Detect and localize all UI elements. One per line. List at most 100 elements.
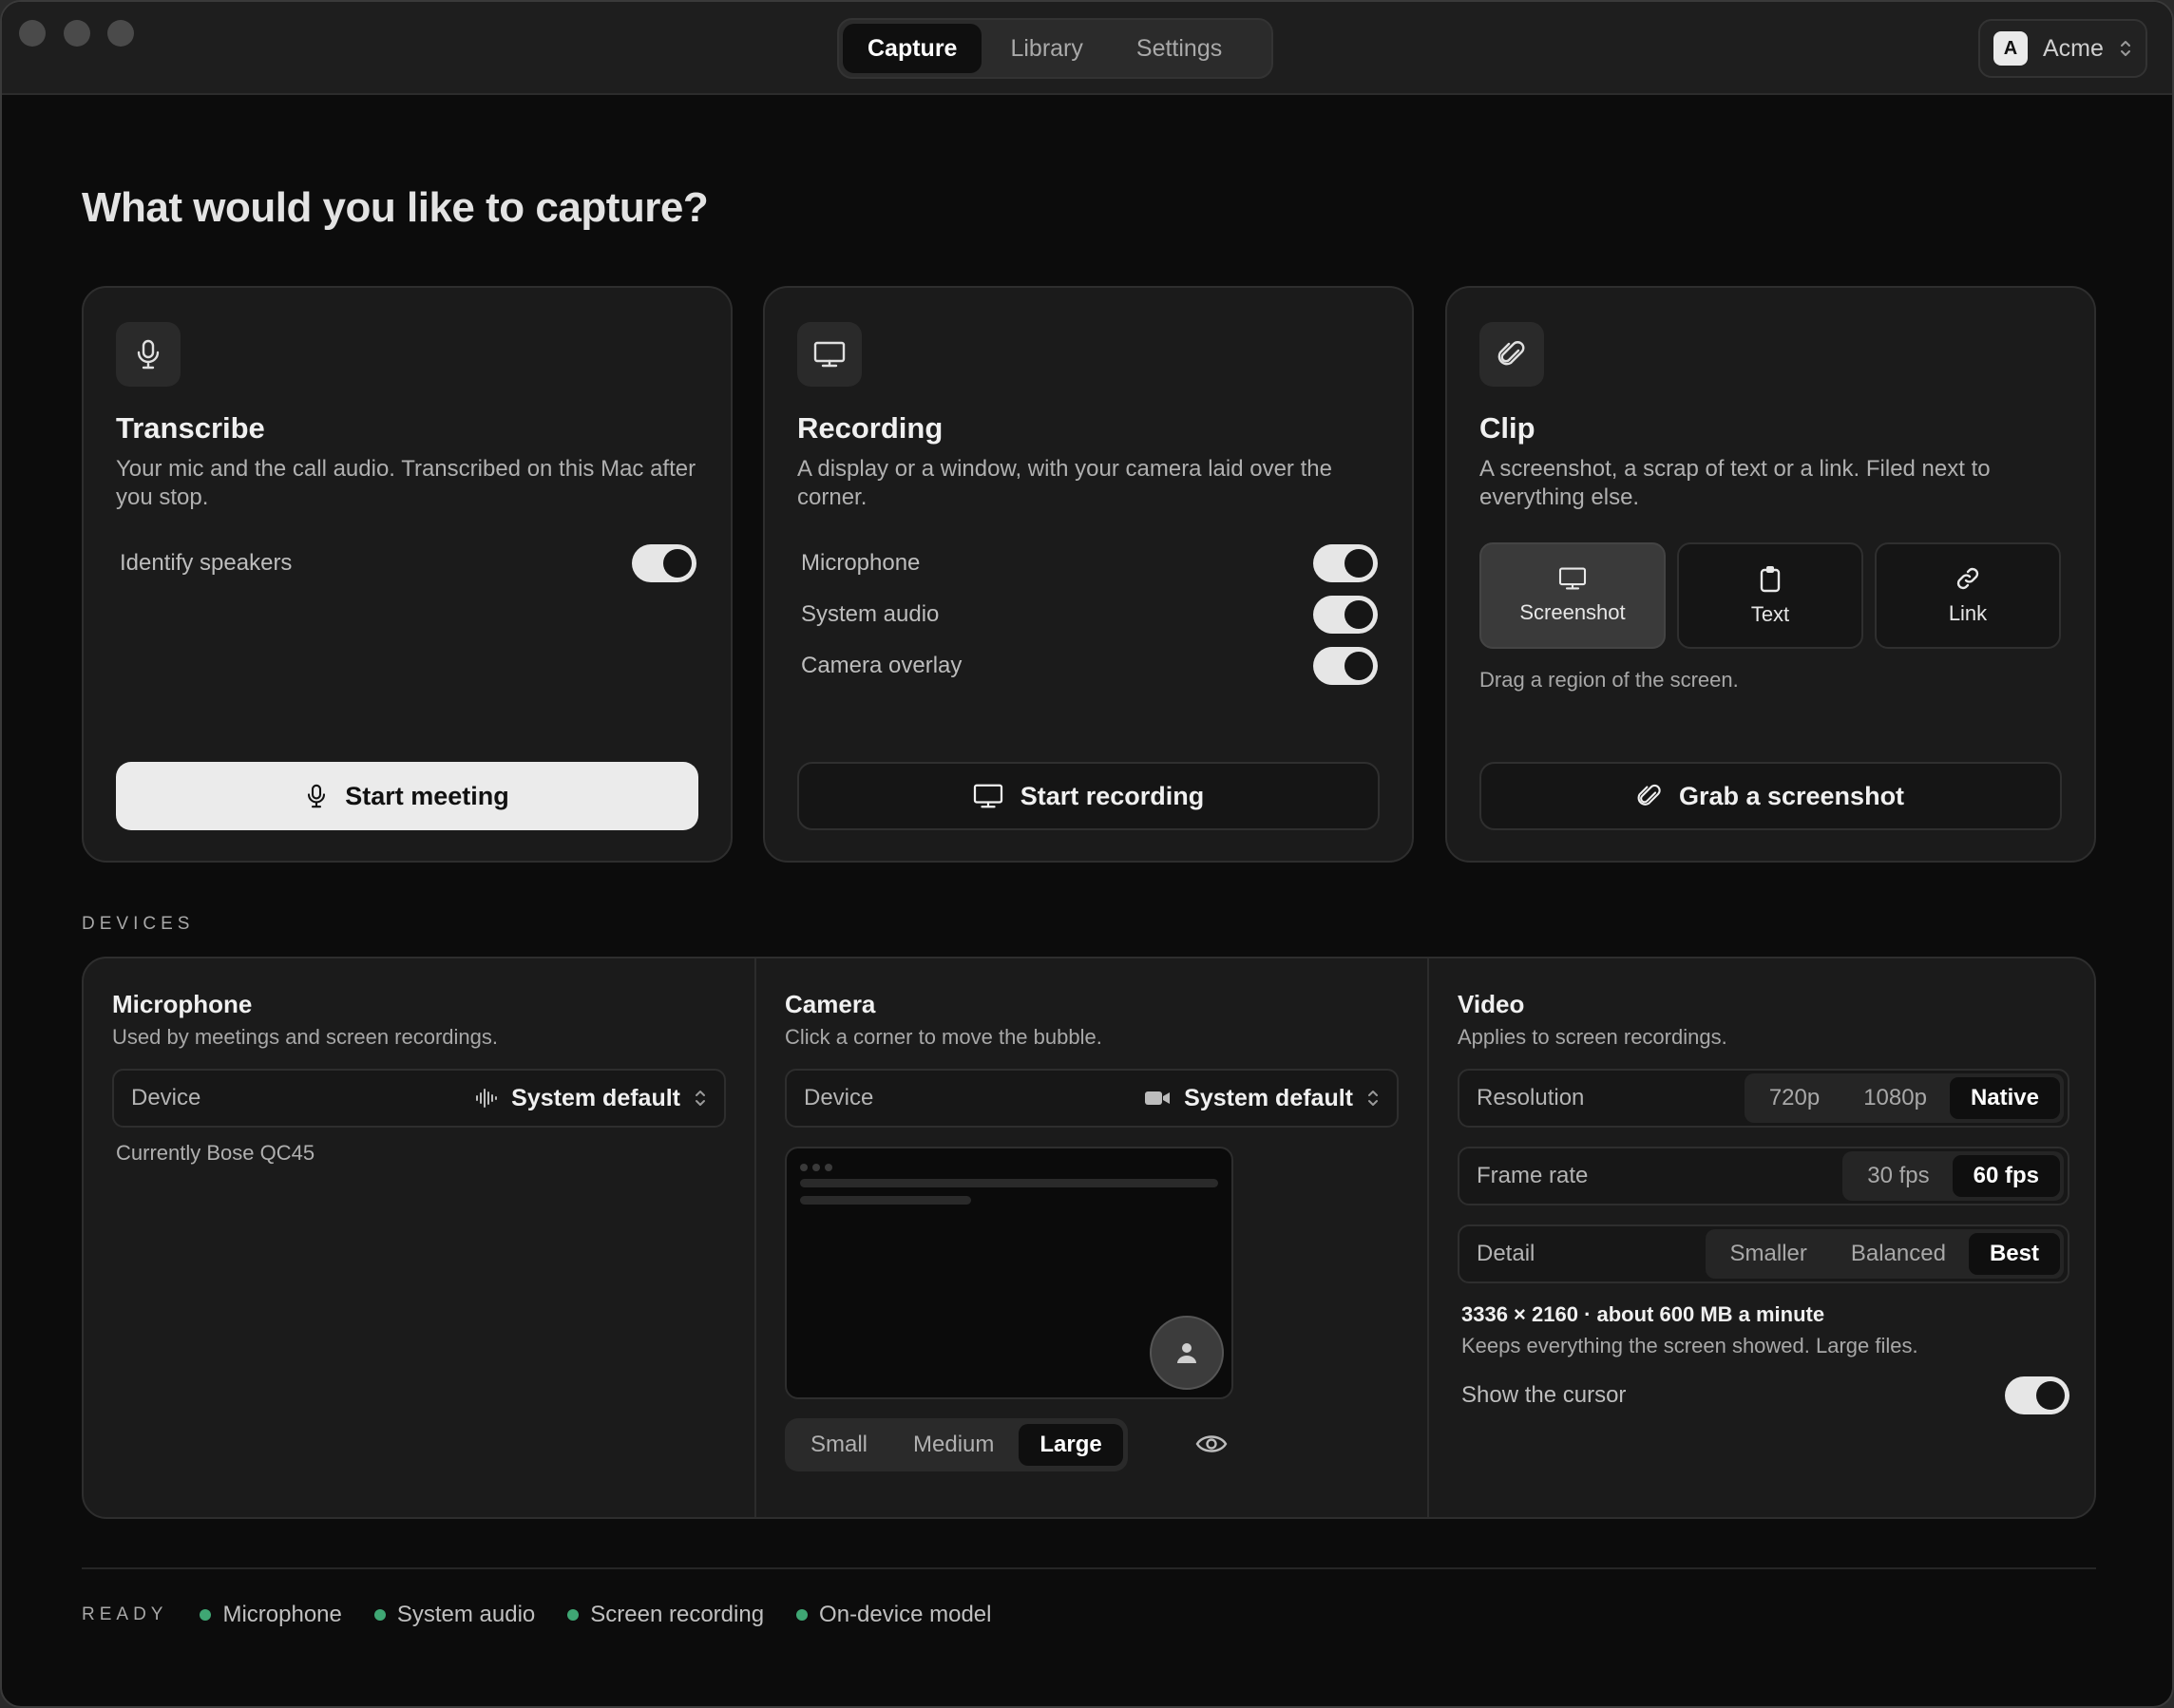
field-value: System default xyxy=(511,1084,680,1111)
video-settings: Video Applies to screen recordings. Reso… xyxy=(1427,958,2094,1517)
ready-label: READY xyxy=(82,1604,168,1624)
transcribe-card: Transcribe Your mic and the call audio. … xyxy=(82,286,733,863)
grab-screenshot-button[interactable]: Grab a screenshot xyxy=(1479,762,2062,830)
tab-capture[interactable]: Capture xyxy=(843,24,982,73)
card-title: Clip xyxy=(1479,411,1535,445)
display-icon xyxy=(1558,567,1587,590)
camera-position-preview[interactable] xyxy=(785,1147,1233,1399)
status-label: System audio xyxy=(396,1602,536,1627)
row-label: Resolution xyxy=(1477,1085,1585,1110)
detail-balanced-option[interactable]: Balanced xyxy=(1830,1233,1967,1275)
start-recording-button[interactable]: Start recording xyxy=(797,762,1380,830)
minimize-window-button[interactable] xyxy=(64,20,90,47)
button-label: Start recording xyxy=(1020,781,1205,810)
option-camera-overlay: Camera overlay xyxy=(801,647,1378,685)
option-label: Show the cursor xyxy=(1461,1382,1627,1408)
clip-card: Clip A screenshot, a scrap of text or a … xyxy=(1445,286,2096,863)
column-title: Microphone xyxy=(112,990,253,1018)
microphone-toggle[interactable] xyxy=(1313,544,1378,582)
column-title: Camera xyxy=(785,990,876,1018)
row-label: Frame rate xyxy=(1477,1163,1589,1188)
tab-library[interactable]: Library xyxy=(985,24,1107,73)
account-name: Acme xyxy=(2043,34,2104,62)
card-description: A display or a window, with your camera … xyxy=(797,456,1332,510)
clip-mode-selector: Screenshot Text Link xyxy=(1479,542,2061,649)
microphone-icon xyxy=(308,784,326,808)
preview-dot xyxy=(825,1164,832,1171)
app-window: Capture Library Settings A Acme What wou… xyxy=(0,0,2174,1708)
card-description: A screenshot, a scrap of text or a link.… xyxy=(1479,456,1991,510)
account-switcher[interactable]: A Acme xyxy=(1978,19,2147,78)
preview-line xyxy=(800,1179,1218,1187)
system-audio-toggle[interactable] xyxy=(1313,596,1378,634)
option-microphone: Microphone xyxy=(801,544,1378,582)
chevron-up-down-icon xyxy=(1368,1091,1378,1106)
transcribe-icon-tile xyxy=(116,322,181,387)
preview-line xyxy=(800,1196,971,1205)
frame-rate-30-option[interactable]: 30 fps xyxy=(1846,1155,1950,1197)
resolution-native-option[interactable]: Native xyxy=(1949,1077,2060,1119)
status-label: On-device model xyxy=(819,1602,992,1627)
row-label: Detail xyxy=(1477,1241,1535,1266)
microphone-device-select[interactable]: Device System default xyxy=(112,1069,726,1128)
display-icon xyxy=(973,784,1002,808)
bubble-size-selector: Small Medium Large xyxy=(785,1418,1128,1471)
resolution-row: Resolution 720p 1080p Native xyxy=(1458,1069,2069,1128)
camera-settings: Camera Click a corner to move the bubble… xyxy=(754,958,1427,1517)
show-cursor-toggle[interactable] xyxy=(2005,1376,2069,1414)
preview-dot xyxy=(812,1164,820,1171)
start-meeting-button[interactable]: Start meeting xyxy=(116,762,698,830)
display-icon xyxy=(813,341,846,368)
frame-rate-60-option[interactable]: 60 fps xyxy=(1952,1155,2060,1197)
status-screen-recording: Screen recording xyxy=(567,1602,764,1628)
eye-icon[interactable] xyxy=(1195,1433,1228,1455)
tab-settings[interactable]: Settings xyxy=(1112,24,1247,73)
detail-row: Detail Smaller Balanced Best xyxy=(1458,1224,2069,1283)
option-identify-speakers: Identify speakers xyxy=(120,544,696,582)
camera-device-select[interactable]: Device System default xyxy=(785,1069,1399,1128)
status-dot xyxy=(567,1609,580,1621)
option-label: Microphone xyxy=(801,550,921,576)
recording-icon-tile xyxy=(797,322,862,387)
zoom-window-button[interactable] xyxy=(107,20,134,47)
clip-mode-label: Text xyxy=(1750,602,1790,626)
clip-hint: Drag a region of the screen. xyxy=(1479,668,1739,692)
status-label: Screen recording xyxy=(590,1602,765,1627)
card-description: Your mic and the call audio. Transcribed… xyxy=(116,456,696,510)
status-dot xyxy=(796,1609,809,1621)
clip-mode-label: Screenshot xyxy=(1519,600,1626,624)
status-label: Microphone xyxy=(222,1602,342,1627)
button-label: Grab a screenshot xyxy=(1678,781,1905,810)
field-value: System default xyxy=(1184,1084,1353,1111)
status-dot xyxy=(373,1609,386,1621)
option-label: System audio xyxy=(801,601,940,627)
link-icon xyxy=(1956,567,1979,590)
paperclip-icon xyxy=(1637,784,1661,806)
close-window-button[interactable] xyxy=(19,20,46,47)
camera-bubble[interactable] xyxy=(1150,1316,1224,1390)
detail-smaller-option[interactable]: Smaller xyxy=(1709,1233,1828,1275)
size-small-option[interactable]: Small xyxy=(790,1424,888,1466)
size-large-option[interactable]: Large xyxy=(1019,1424,1123,1466)
main-tabs: Capture Library Settings xyxy=(837,18,1273,79)
clip-mode-link[interactable]: Link xyxy=(1875,542,2061,649)
show-cursor-row: Show the cursor xyxy=(1461,1376,2069,1414)
video-output-info: 3336 × 2160 · about 600 MB a minute xyxy=(1461,1302,1825,1326)
clipboard-icon xyxy=(1760,566,1781,593)
detail-best-option[interactable]: Best xyxy=(1968,1233,2060,1275)
size-medium-option[interactable]: Medium xyxy=(892,1424,1015,1466)
button-label: Start meeting xyxy=(345,781,509,810)
clip-icon-tile xyxy=(1479,322,1544,387)
status-microphone: Microphone xyxy=(200,1602,342,1628)
resolution-1080p-option[interactable]: 1080p xyxy=(1842,1077,1948,1119)
camera-overlay-toggle[interactable] xyxy=(1313,647,1378,685)
resolution-720p-option[interactable]: 720p xyxy=(1748,1077,1840,1119)
clip-mode-screenshot[interactable]: Screenshot xyxy=(1479,542,1666,649)
status-on-device-model: On-device model xyxy=(796,1602,991,1628)
title-bar: Capture Library Settings A Acme xyxy=(2,2,2172,95)
column-subtitle: Click a corner to move the bubble. xyxy=(785,1025,1102,1049)
identify-speakers-toggle[interactable] xyxy=(632,544,696,582)
ready-status-bar: READY Microphone System audio Screen rec… xyxy=(82,1602,991,1628)
microphone-icon xyxy=(137,339,160,370)
clip-mode-text[interactable]: Text xyxy=(1677,542,1863,649)
